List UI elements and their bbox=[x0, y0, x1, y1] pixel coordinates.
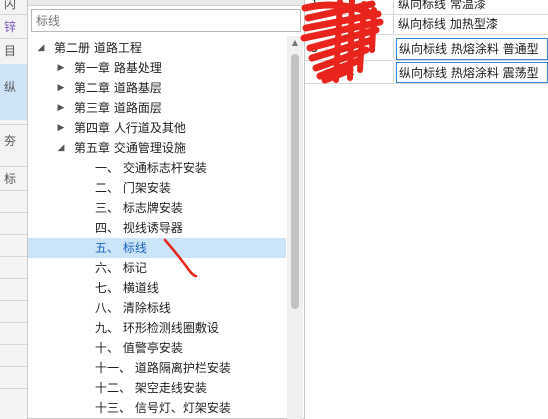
tree-node-section-13[interactable]: 十三、 信号灯、灯架安装 bbox=[28, 398, 286, 418]
tree-node-section-3[interactable]: 三、 标志牌安装 bbox=[28, 198, 286, 218]
collapsed-arrow-icon[interactable]: ▶ bbox=[56, 58, 66, 78]
scroll-up-arrow-icon[interactable]: ▲ bbox=[287, 36, 303, 50]
divider bbox=[0, 366, 27, 367]
divider bbox=[0, 124, 27, 125]
background-text-fragment: 锌 bbox=[4, 20, 17, 34]
grid-row[interactable]: 纵向标线 加热型漆 bbox=[305, 14, 548, 35]
tree-node-section-4[interactable]: 四、 视线诱导器 bbox=[28, 218, 286, 238]
row-code bbox=[327, 14, 394, 34]
row-number: 3 bbox=[305, 39, 327, 59]
row-name: 纵向标线 常温漆 bbox=[398, 0, 486, 11]
tree-node-label: 五、 标线 bbox=[95, 241, 147, 255]
tree-node-label: 十二、 架空走线安装 bbox=[95, 381, 207, 395]
background-text-fragment: 纵 bbox=[4, 80, 17, 94]
divider bbox=[0, 234, 27, 235]
divider bbox=[0, 212, 27, 213]
tree-node-section-5-selected[interactable]: 五、 标线 bbox=[28, 238, 286, 258]
tree-node-label: 第五章 交通管理设施 bbox=[74, 141, 186, 155]
row-code bbox=[327, 39, 394, 59]
collapsed-arrow-icon[interactable]: ▶ bbox=[56, 78, 66, 98]
tree-node-label: 十一、 道路隔离护栏安装 bbox=[95, 361, 231, 375]
background-text-fragment: 目 bbox=[4, 44, 17, 58]
row-code: 31 bbox=[327, 62, 394, 82]
tree-node-section-1[interactable]: 一、 交通标志杆安装 bbox=[28, 158, 286, 178]
tree-node-chapter-3[interactable]: ▶ 第三章 道路面层 bbox=[28, 98, 286, 118]
divider bbox=[0, 38, 27, 39]
tree-node-label: 第二册 道路工程 bbox=[54, 41, 142, 55]
tree-node-label: 第二章 道路基层 bbox=[74, 81, 162, 95]
row-number: 1 bbox=[305, 0, 327, 14]
divider bbox=[0, 256, 27, 257]
tree-node-label: 三、 标志牌安装 bbox=[95, 201, 183, 215]
background-text-fragment: 标 bbox=[4, 172, 17, 186]
collapsed-arrow-icon[interactable]: ▶ bbox=[56, 98, 66, 118]
divider bbox=[0, 166, 27, 167]
divider bbox=[0, 344, 27, 345]
tree-node-section-9[interactable]: 九、 环形检测线圈敷设 bbox=[28, 318, 286, 338]
tree-node-section-6[interactable]: 六、 标记 bbox=[28, 258, 286, 278]
tree-node-section-11[interactable]: 十一、 道路隔离护栏安装 bbox=[28, 358, 286, 378]
divider bbox=[0, 322, 27, 323]
scrollbar-thumb[interactable] bbox=[291, 54, 299, 309]
tree-node-chapter-4[interactable]: ▶ 第四章 人行道及其他 bbox=[28, 118, 286, 138]
tree-node-label: 第三章 道路面层 bbox=[74, 101, 162, 115]
grid-row-active[interactable]: 3 纵向标线 热熔涂料 普通型 bbox=[305, 37, 548, 61]
tree-node-label: 第一章 路基处理 bbox=[74, 61, 162, 75]
tree-node-label: 九、 环形检测线圈敷设 bbox=[95, 321, 219, 335]
tree-node-chapter-1[interactable]: ▶ 第一章 路基处理 bbox=[28, 58, 286, 78]
divider bbox=[0, 278, 27, 279]
divider bbox=[0, 190, 27, 191]
tree-scrollbar[interactable]: ▲ bbox=[287, 36, 303, 419]
row-code bbox=[327, 0, 394, 14]
tree-node-label: 十、 值警亭安装 bbox=[95, 341, 183, 355]
tree-node-label: 第四章 人行道及其他 bbox=[74, 121, 186, 135]
background-text-fragment: 夯 bbox=[4, 134, 17, 148]
chapter-tree-popup: ◢ 第二册 道路工程 ▶ 第一章 路基处理 ▶ 第二章 道路基层 ▶ 第三章 道… bbox=[27, 0, 305, 419]
row-name: 纵向标线 热熔涂料 震荡型 bbox=[396, 62, 548, 83]
tree-node-label: 七、 横道线 bbox=[95, 281, 159, 295]
expanded-arrow-icon[interactable]: ◢ bbox=[36, 38, 46, 58]
tree-node-section-7[interactable]: 七、 横道线 bbox=[28, 278, 286, 298]
chapter-tree: ◢ 第二册 道路工程 ▶ 第一章 路基处理 ▶ 第二章 道路基层 ▶ 第三章 道… bbox=[28, 36, 286, 419]
background-panel: 闪 锌 目 纵 夯 标 bbox=[0, 0, 28, 419]
grid-row[interactable]: 1 纵向标线 常温漆 bbox=[305, 0, 548, 15]
background-text-fragment: 闪 bbox=[4, 0, 17, 11]
item-grid: 1 纵向标线 常温漆 纵向标线 加热型漆 3 纵向标线 热熔涂料 普通型 31 … bbox=[305, 0, 548, 419]
tree-node-label: 四、 视线诱导器 bbox=[95, 221, 183, 235]
divider bbox=[0, 14, 27, 15]
tree-node-chapter-5[interactable]: ◢ 第五章 交通管理设施 bbox=[28, 138, 286, 158]
search-input[interactable] bbox=[32, 10, 300, 31]
row-name: 纵向标线 加热型漆 bbox=[398, 17, 498, 31]
tree-node-section-12[interactable]: 十二、 架空走线安装 bbox=[28, 378, 286, 398]
tree-node-section-2[interactable]: 二、 门架安装 bbox=[28, 178, 286, 198]
divider bbox=[0, 388, 27, 389]
tree-node-section-8[interactable]: 八、 清除标线 bbox=[28, 298, 286, 318]
tree-node-label: 一、 交通标志杆安装 bbox=[95, 161, 207, 175]
tree-node-volume-2[interactable]: ◢ 第二册 道路工程 bbox=[28, 38, 286, 58]
collapsed-arrow-icon[interactable]: ▶ bbox=[56, 118, 66, 138]
search-box[interactable] bbox=[31, 9, 301, 32]
grid-row[interactable]: 31 纵向标线 热熔涂料 震荡型 bbox=[305, 61, 548, 84]
row-name: 纵向标线 热熔涂料 普通型 bbox=[396, 38, 548, 60]
tree-node-chapter-2[interactable]: ▶ 第二章 道路基层 bbox=[28, 78, 286, 98]
tree-node-label: 二、 门架安装 bbox=[95, 181, 171, 195]
row-number bbox=[305, 14, 327, 34]
row-number bbox=[305, 62, 327, 82]
divider bbox=[0, 300, 27, 301]
tree-node-label: 六、 标记 bbox=[95, 261, 147, 275]
popup-header-strip bbox=[28, 0, 304, 6]
tree-node-label: 十三、 信号灯、灯架安装 bbox=[95, 401, 231, 415]
tree-node-section-10[interactable]: 十、 值警亭安装 bbox=[28, 338, 286, 358]
tree-node-label: 八、 清除标线 bbox=[95, 301, 171, 315]
expanded-arrow-icon[interactable]: ◢ bbox=[56, 138, 66, 158]
